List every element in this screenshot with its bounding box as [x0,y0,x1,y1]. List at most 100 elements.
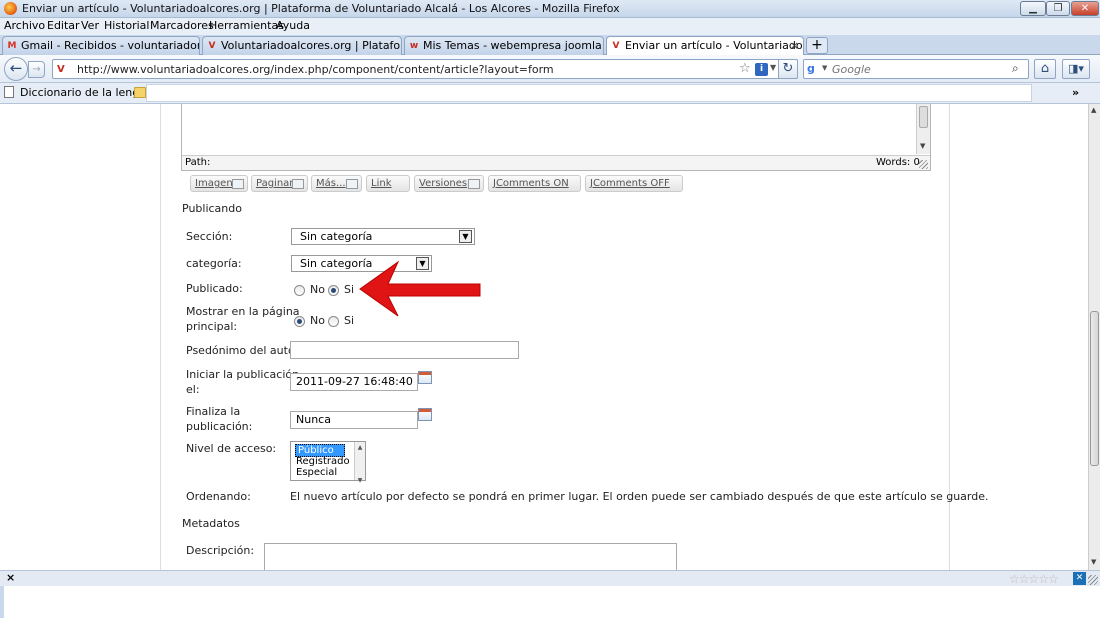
scroll-thumb[interactable] [919,106,928,128]
menu-ayuda[interactable]: Ayuda [276,19,310,32]
resize-handle[interactable] [1088,575,1098,585]
info-icon[interactable]: i [755,63,768,76]
tab-gmail[interactable]: M Gmail - Recibidos - voluntariadomair..… [2,36,200,55]
tab-label: Gmail - Recibidos - voluntariadomair... [21,39,199,52]
editor-textarea[interactable]: ▼ Path: Words: 0 [181,104,931,171]
new-tab-button[interactable]: + [806,37,828,54]
rating-stars-icon[interactable]: ☆☆☆☆☆ [1009,572,1059,586]
site-icon: V [612,41,620,51]
back-button[interactable]: ← [4,57,28,81]
tab-strip: M Gmail - Recibidos - voluntariadomair..… [0,35,1100,56]
description-label: Descripción: [186,544,255,557]
chevron-down-icon[interactable]: ▼ [770,63,776,72]
button-label: JComments ON [493,178,569,189]
maximize-button[interactable]: ❐ [1046,1,1070,16]
mas-button[interactable]: Más... [311,175,362,192]
section-value: Sin categoría [300,230,373,243]
calendar-icon[interactable] [418,408,432,421]
publish-down-input[interactable]: Nunca [290,411,418,429]
bookmarks-overflow-icon[interactable]: » [1072,86,1079,99]
page-scrollbar[interactable]: ▲ ▼ [1088,104,1100,570]
url-bar[interactable]: V http://www.voluntariadoalcores.org/ind… [52,59,798,79]
publish-up-input[interactable]: 2011-09-27 16:48:40 [290,373,418,391]
tab-label: Enviar un artículo - Voluntariadoalcor..… [625,39,803,52]
scroll-thumb[interactable] [1090,311,1099,466]
forward-button[interactable]: → [28,61,45,78]
url-text[interactable]: http://www.voluntariadoalcores.org/index… [77,63,554,76]
published-si-label: Si [344,283,355,296]
section-select[interactable]: Sin categoría ▼ [291,228,475,245]
tab-enviar-articulo[interactable]: V Enviar un artículo - Voluntariadoalcor… [606,36,804,56]
frontpage-no-label: No [310,314,325,327]
search-input[interactable] [832,62,1002,76]
versiones-button[interactable]: Versiones [414,175,484,192]
scroll-up-icon[interactable]: ▲ [1091,106,1096,114]
frontpage-label-line1: Mostrar en la página [186,305,300,318]
tab-label: Voluntariadoalcores.org | Plataforma ... [221,39,401,52]
tab-voluntariado[interactable]: V Voluntariadoalcores.org | Plataforma .… [202,36,402,55]
menu-bar: Archivo Editar Ver Historial Marcadores … [0,18,1100,35]
access-option[interactable]: Especial [296,467,337,478]
jcomments-on-button[interactable]: JComments ON [488,175,581,192]
description-textarea[interactable] [264,543,677,570]
addon-button[interactable]: ◨▾ [1062,59,1090,79]
frontpage-label-line2: principal: [186,320,238,333]
button-label: Paginar [256,178,294,189]
bookmark-item[interactable]: Diccionario de la leng... [4,86,150,99]
home-button[interactable]: ⌂ [1034,59,1056,79]
link-button[interactable]: Link [366,175,410,192]
editor-scrollbar[interactable]: ▼ [916,104,930,154]
scroll-down-icon[interactable]: ▼ [1091,558,1096,566]
button-label: Imagen [195,178,233,189]
close-addon-bar-icon[interactable]: × [6,571,15,584]
resize-handle[interactable] [919,160,928,169]
chevron-down-icon[interactable]: ▼ [459,230,472,243]
scroll-down-icon[interactable]: ▼ [920,142,925,150]
chevron-down-icon[interactable]: ▼ [822,64,827,72]
addon-bar: × ☆☆☆☆☆ ✕ [0,570,1100,586]
menu-ver[interactable]: Ver [81,19,99,32]
button-label: Versiones [419,178,468,189]
published-label: Publicado: [186,282,243,295]
close-tab-icon[interactable]: × [790,37,799,54]
window-edge [0,586,4,618]
button-label: Más... [316,178,346,189]
bookmark-label: Diccionario de la leng... [20,86,150,99]
frontpage-si-radio[interactable] [328,316,339,327]
versions-icon [468,179,480,189]
published-no-radio[interactable] [294,285,305,296]
close-window-button[interactable]: ✕ [1071,1,1099,16]
menu-archivo[interactable]: Archivo [4,19,45,32]
reload-button[interactable]: ↻ [778,59,798,79]
imagen-button[interactable]: Imagen [190,175,248,192]
published-si-radio[interactable] [328,285,339,296]
alias-input[interactable] [290,341,519,359]
menu-historial[interactable]: Historial [104,19,149,32]
xmarks-icon[interactable]: ✕ [1073,572,1086,585]
folder-icon[interactable] [134,87,146,98]
desktop-area [0,586,1100,618]
menu-editar[interactable]: Editar [47,19,80,32]
google-icon[interactable]: g [807,62,821,76]
firefox-icon [4,2,17,15]
search-icon[interactable]: ⌕ [1012,61,1019,76]
red-arrow-annotation [359,260,481,317]
menu-herramientas[interactable]: Herramientas [209,19,284,32]
gmail-icon: M [7,41,17,51]
minimize-button[interactable]: ▁ [1020,1,1046,16]
tab-webempresa[interactable]: w Mis Temas - webempresa joomla - H... [404,36,604,55]
listbox-scrollbar[interactable]: ▲ ▼ [354,442,365,484]
calendar-icon[interactable] [418,371,432,384]
menu-marcadores[interactable]: Marcadores [150,19,214,32]
bookmark-star-icon[interactable]: ☆ [739,61,751,76]
access-listbox[interactable]: Público Registrado Especial ▲ ▼ [290,441,366,484]
access-option[interactable]: Registrado [296,456,350,467]
frontpage-si-label: Si [344,314,355,327]
button-label: Link [371,178,392,189]
alias-label: Psedónimo del autor: [186,344,303,357]
paginar-button[interactable]: Paginar [251,175,308,192]
frontpage-no-radio[interactable] [294,316,305,327]
publish-up-label-line1: Iniciar la publicación [186,368,300,381]
jcomments-off-button[interactable]: JComments OFF [585,175,683,192]
search-bar[interactable]: g ▼ ⌕ [803,59,1029,79]
